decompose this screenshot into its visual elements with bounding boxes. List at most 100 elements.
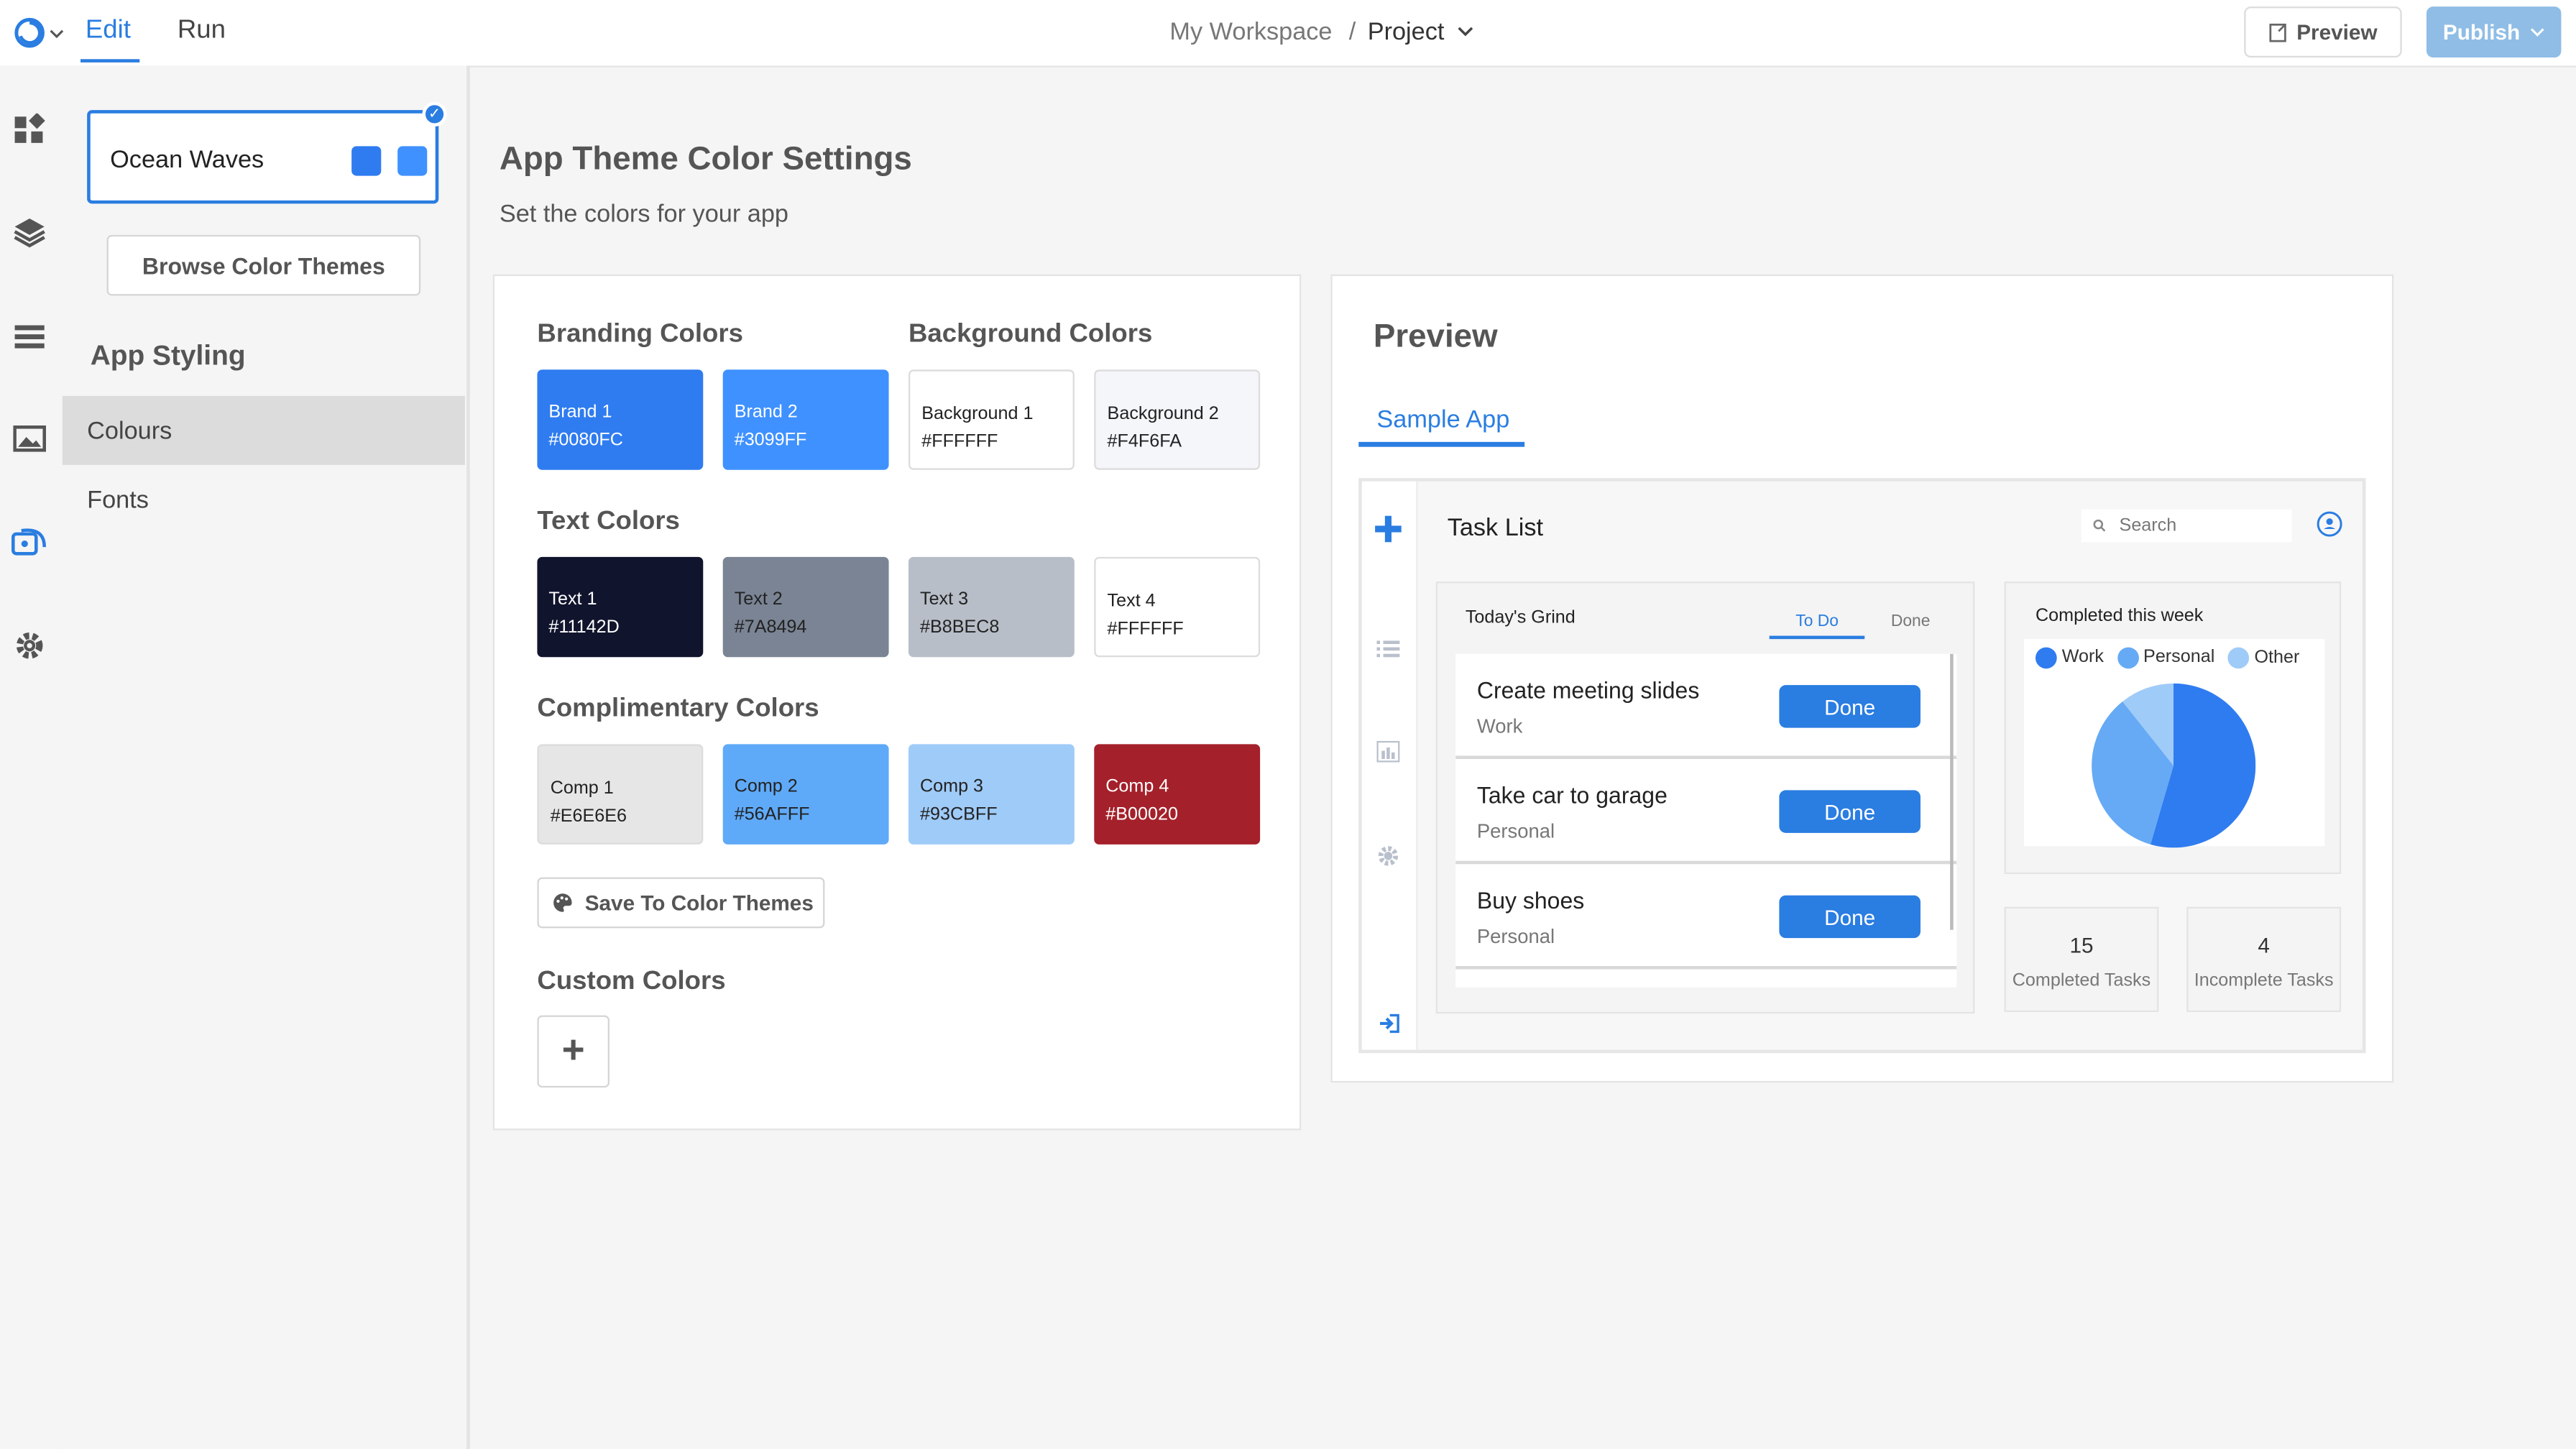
tab-edit[interactable]: Edit <box>86 17 131 46</box>
chip-name: Comp 2 <box>734 777 798 797</box>
tab-sample-app[interactable]: Sample App <box>1376 406 1509 434</box>
task-name: Buy shoes <box>1476 887 1585 914</box>
logo-icon <box>14 17 45 48</box>
task-done-button[interactable]: Done <box>1779 790 1920 833</box>
palette-icon <box>553 893 572 912</box>
sample-search-input[interactable]: Search <box>2081 509 2292 543</box>
breadcrumb: My Workspace / Project <box>1169 18 1474 46</box>
add-custom-color-button[interactable]: + <box>537 1015 610 1088</box>
chip-hex: #3099FF <box>734 430 807 451</box>
preview-button[interactable]: Preview <box>2244 6 2402 58</box>
background-colors-heading: Background Colors <box>908 320 1153 349</box>
chip-name: Brand 1 <box>548 402 612 423</box>
preview-title: Preview <box>1373 318 1498 355</box>
current-theme-card[interactable]: Ocean Waves <box>87 110 439 204</box>
publish-button[interactable]: Publish <box>2426 6 2562 58</box>
todo-card: Today's Grind To Do Done Create meeting … <box>1435 581 1975 1014</box>
theme-swatch-primary <box>351 146 382 176</box>
breadcrumb-project[interactable]: Project <box>1368 18 1445 46</box>
components-icon[interactable] <box>12 111 47 147</box>
tab-run[interactable]: Run <box>178 17 226 46</box>
theme-swatch-secondary <box>397 146 428 176</box>
legend-label-other: Other <box>2254 648 2300 668</box>
sidebar-item-colours[interactable]: Colours <box>62 395 465 465</box>
browse-color-themes-button[interactable]: Browse Color Themes <box>106 234 421 296</box>
chip-name: Background 1 <box>921 404 1034 424</box>
save-to-color-themes-button[interactable]: Save To Color Themes <box>537 877 825 929</box>
chip-hex: #E6E6E6 <box>550 806 627 827</box>
incomplete-tasks-label: Incomplete Tasks <box>2194 970 2334 991</box>
chip-hex: #B00020 <box>1105 804 1178 825</box>
completed-tasks-label: Completed Tasks <box>2012 970 2151 991</box>
logout-icon[interactable] <box>1379 1013 1400 1034</box>
color-settings-card: Branding Colors Background Colors Brand … <box>492 274 1302 1131</box>
breadcrumb-workspace[interactable]: My Workspace <box>1169 18 1332 46</box>
theme-icon[interactable] <box>11 525 47 561</box>
color-chip-text-1[interactable]: Text 1 #11142D <box>537 556 704 658</box>
pie-heading: Completed this week <box>2035 606 2204 626</box>
layers-icon[interactable] <box>12 213 47 249</box>
chip-hex: #0080FC <box>548 430 623 451</box>
sidebar-item-label: Fonts <box>87 485 149 514</box>
chip-hex: #B8BEC8 <box>919 617 1000 638</box>
task-item: Buy shoes Personal Done <box>1455 864 1957 970</box>
search-icon <box>2093 519 2106 532</box>
chip-hex: #93CBFF <box>919 804 998 825</box>
app-logo-menu[interactable] <box>13 15 65 51</box>
color-chip-brand-2[interactable]: Brand 2 #3099FF <box>722 369 889 470</box>
completed-week-card: Completed this week Work Personal Other <box>2004 581 2342 874</box>
chip-hex: #FFFFFF <box>1107 619 1184 640</box>
color-chip-comp-2[interactable]: Comp 2 #56AFFF <box>722 744 889 845</box>
color-chip-background-1[interactable]: Background 1 #FFFFFF <box>908 369 1075 470</box>
tab-sample-app-indicator <box>1358 441 1525 447</box>
tab-done[interactable]: Done <box>1891 613 1931 631</box>
color-chip-brand-1[interactable]: Brand 1 #0080FC <box>537 369 704 470</box>
tab-todo[interactable]: To Do <box>1795 613 1839 631</box>
pie-chart-area: Work Personal Other <box>2023 639 2325 848</box>
chip-hex: #F4F6FA <box>1107 432 1182 452</box>
incomplete-tasks-count: 4 <box>2258 933 2270 958</box>
task-item: Create meeting slides Work Done <box>1455 654 1957 759</box>
add-icon[interactable] <box>1374 514 1403 543</box>
legend-label-work: Work <box>2061 648 2104 668</box>
color-chip-text-2[interactable]: Text 2 #7A8494 <box>722 556 889 658</box>
settings-icon[interactable] <box>1376 845 1399 868</box>
top-bar: Edit Run My Workspace / Project Preview … <box>0 0 2576 68</box>
app-styling-heading: App Styling <box>90 340 246 372</box>
user-avatar-icon[interactable] <box>2317 511 2343 538</box>
selected-check-icon: ✓ <box>422 101 447 126</box>
task-list: Create meeting slides Work Done Take car… <box>1455 653 1957 988</box>
task-done-button[interactable]: Done <box>1779 685 1920 728</box>
complimentary-colors-heading: Complimentary Colors <box>537 694 819 723</box>
chip-name: Brand 2 <box>734 402 798 423</box>
sample-app-rail <box>1361 481 1418 1050</box>
color-chip-comp-3[interactable]: Comp 3 #93CBFF <box>908 744 1075 845</box>
color-chip-text-3[interactable]: Text 3 #B8BEC8 <box>908 556 1075 658</box>
color-chip-comp-4[interactable]: Comp 4 #B00020 <box>1094 744 1261 845</box>
search-placeholder: Search <box>2119 515 2177 536</box>
completed-tasks-count: 15 <box>2069 933 2094 958</box>
text-colors-heading: Text Colors <box>537 507 680 536</box>
chip-name: Text 4 <box>1107 591 1156 612</box>
sidebar-item-label: Colours <box>87 416 172 445</box>
sidebar-item-fonts[interactable]: Fonts <box>63 465 465 534</box>
task-done-button[interactable]: Done <box>1779 895 1920 939</box>
sample-app-title: Task List <box>1447 514 1544 543</box>
settings-icon[interactable] <box>12 627 47 663</box>
task-list-scrollbar[interactable] <box>1950 653 1954 930</box>
page-subtitle: Set the colors for your app <box>499 200 788 229</box>
tab-edit-indicator <box>80 59 140 63</box>
preview-card: Preview Sample App Task List Search Toda… <box>1330 274 2394 1083</box>
chip-hex: #11142D <box>548 617 620 638</box>
color-chip-background-2[interactable]: Background 2 #F4F6FA <box>1094 369 1261 470</box>
chart-icon[interactable] <box>1376 740 1400 763</box>
color-chip-text-4[interactable]: Text 4 #FFFFFF <box>1094 556 1261 658</box>
chip-name: Comp 4 <box>1105 777 1169 797</box>
tab-todo-indicator <box>1769 635 1865 640</box>
list-icon[interactable] <box>1376 639 1400 658</box>
color-chip-comp-1[interactable]: Comp 1 #E6E6E6 <box>537 744 704 845</box>
media-icon[interactable] <box>12 420 47 456</box>
chip-name: Text 3 <box>919 589 969 610</box>
data-icon[interactable] <box>12 318 47 354</box>
chevron-down-icon[interactable] <box>1458 23 1474 40</box>
